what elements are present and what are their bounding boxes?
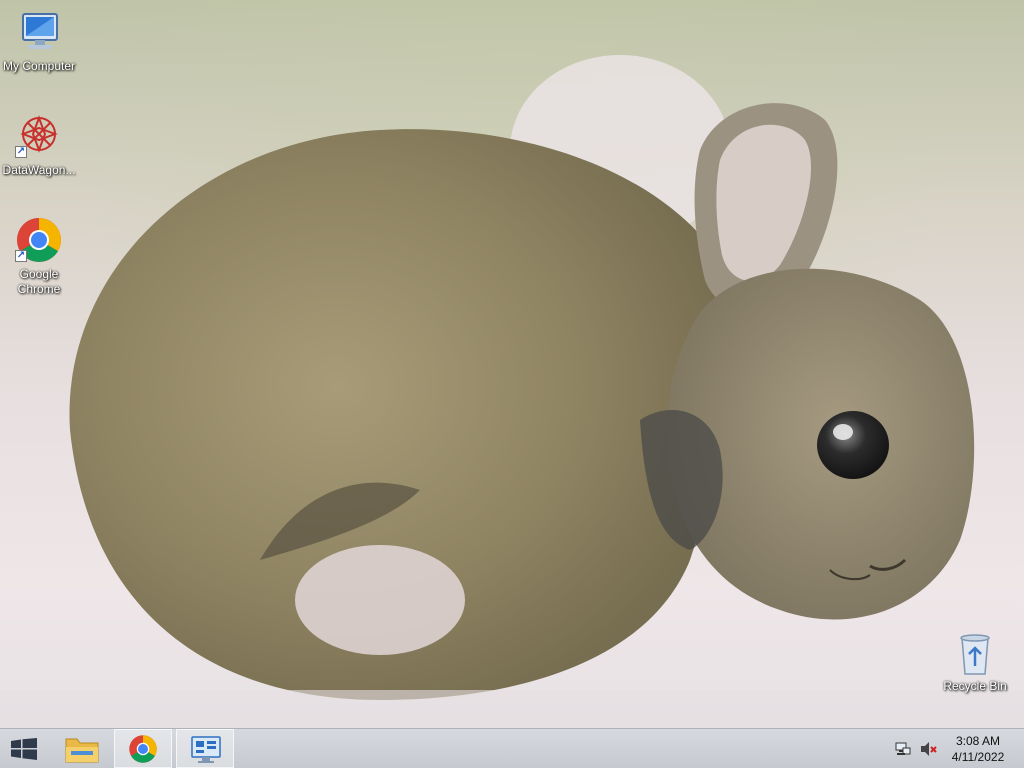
file-explorer-icon [65, 735, 99, 768]
taskbar-chrome[interactable] [114, 729, 172, 768]
server-manager-icon [190, 735, 222, 770]
taskbar-file-explorer[interactable] [56, 729, 108, 768]
shortcut-arrow-icon: ↗ [15, 250, 27, 262]
desktop: My Computer ↗ DataWagon... ↗ Google Chro… [0, 0, 1024, 728]
taskbar-server-manager[interactable] [176, 729, 234, 768]
system-tray: 3:08 AM 4/11/2022 [894, 729, 1024, 768]
my-computer-icon [15, 8, 63, 56]
shortcut-arrow-icon: ↗ [15, 146, 27, 158]
clock-time: 3:08 AM [955, 734, 1001, 748]
start-button[interactable] [0, 729, 48, 768]
desktop-icon-my-computer[interactable]: My Computer [0, 8, 78, 74]
desktop-icon-recycle-bin[interactable]: Recycle Bin [936, 632, 1014, 694]
datawagon-icon: ↗ [15, 112, 63, 160]
clock[interactable]: 3:08 AM 4/11/2022 [946, 733, 1010, 765]
network-icon[interactable] [895, 741, 911, 762]
chrome-icon: ↗ [15, 216, 63, 264]
desktop-icon-label: Recycle Bin [943, 679, 1007, 693]
taskbar: 3:08 AM 4/11/2022 [0, 728, 1024, 768]
wallpaper-rabbit-image [0, 55, 1024, 728]
recycle-bin-icon [955, 632, 995, 676]
clock-date: 4/11/2022 [951, 750, 1005, 764]
desktop-icon-google-chrome[interactable]: ↗ Google Chrome [0, 216, 78, 297]
desktop-icon-datawagon[interactable]: ↗ DataWagon... [0, 112, 78, 178]
desktop-icon-label: DataWagon... [2, 163, 76, 177]
volume-muted-icon[interactable] [920, 741, 938, 762]
windows-logo-icon [11, 738, 37, 765]
desktop-icon-label: My Computer [2, 59, 76, 73]
chrome-icon [128, 734, 158, 769]
desktop-icon-label: Google Chrome [17, 267, 61, 296]
